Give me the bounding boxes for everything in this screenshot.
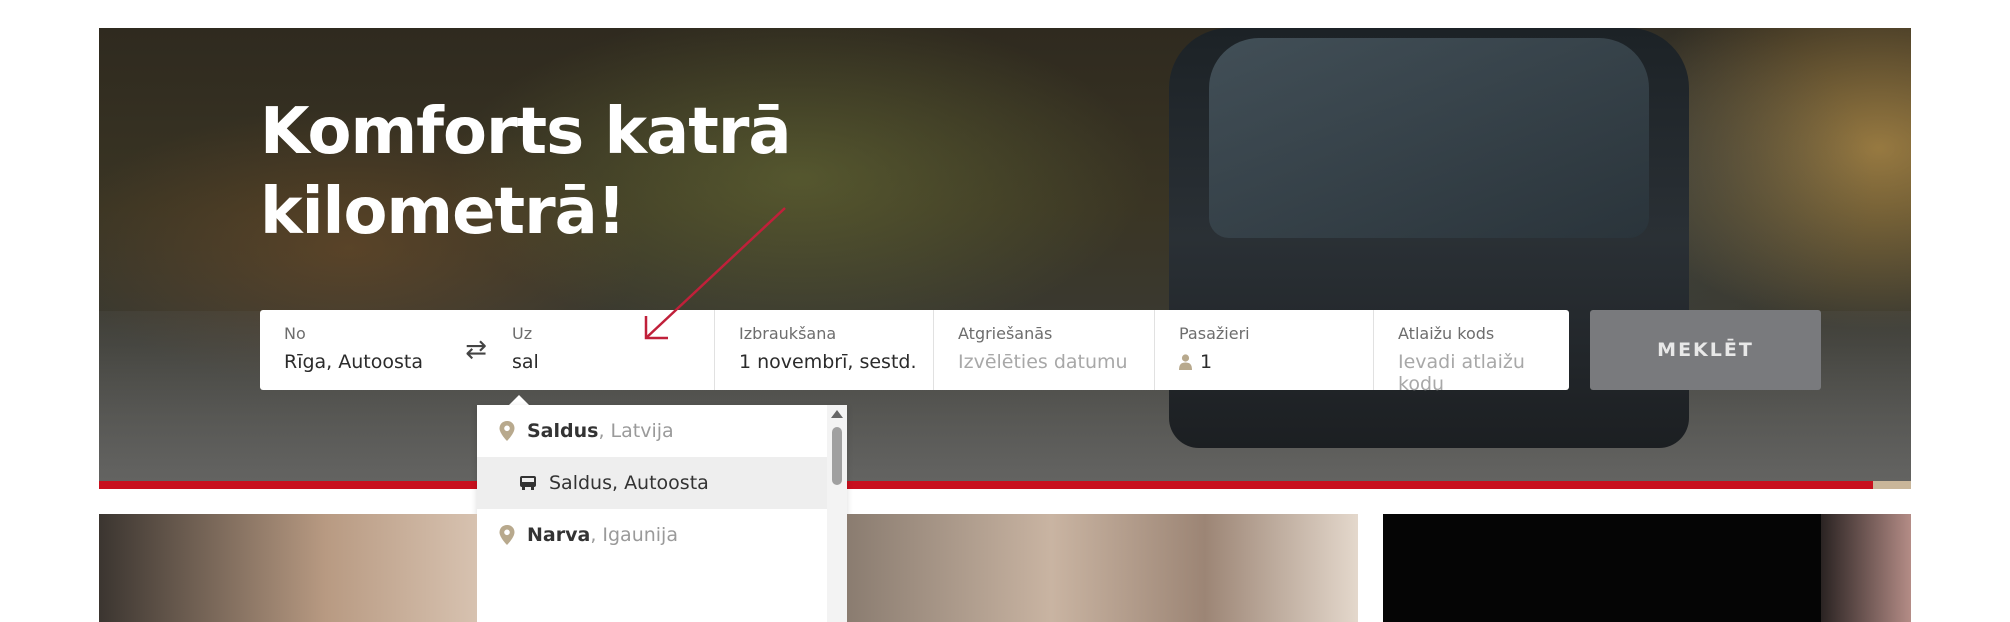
scrollbar-thumb[interactable] — [832, 427, 842, 485]
suggestion-city-narva[interactable]: Narva, Igaunija — [477, 509, 827, 561]
destination-suggestions-dropdown: Saldus, Latvija Saldus, Autoosta Narva, … — [477, 405, 847, 622]
scroll-up-arrow-icon[interactable] — [831, 410, 843, 418]
passengers-label: Pasažieri — [1179, 324, 1250, 343]
to-input[interactable]: sal — [512, 351, 714, 373]
hero-title-line1: Komforts katrā — [260, 95, 792, 169]
suggestion-country: , Latvija — [598, 420, 674, 442]
from-value[interactable]: Rīga, Autoosta — [284, 351, 456, 373]
hero-title-line2: kilometrā! — [260, 175, 626, 249]
promo-card-image-2[interactable] — [847, 514, 1358, 622]
to-field[interactable]: Uz sal — [496, 310, 714, 390]
suggestion-stop-saldus-autoosta[interactable]: Saldus, Autoosta — [477, 457, 827, 509]
discount-label: Atlaižu kods — [1398, 324, 1495, 343]
search-button[interactable]: MEKLĒT — [1590, 310, 1821, 390]
promo-card-image-3[interactable] — [1383, 514, 1911, 622]
departure-label: Izbraukšana — [739, 324, 837, 343]
discount-code-field[interactable]: Atlaižu kods Ievadi atlaižu kodu — [1373, 310, 1569, 395]
passengers-value-wrap[interactable]: 1 — [1179, 351, 1373, 373]
dropdown-scrollbar[interactable] — [827, 405, 847, 622]
from-field[interactable]: No Rīga, Autoosta — [260, 310, 456, 390]
suggestion-city-saldus[interactable]: Saldus, Latvija — [477, 405, 827, 457]
departure-value[interactable]: 1 novembrī, sestd. — [739, 351, 933, 373]
suggestion-stop-name: Saldus, Autoosta — [549, 472, 709, 494]
suggestion-city-name: Saldus — [527, 420, 599, 442]
to-label: Uz — [512, 324, 533, 343]
passengers-value: 1 — [1200, 351, 1213, 373]
person-icon — [1179, 354, 1192, 370]
return-label: Atgriešanās — [958, 324, 1053, 343]
trip-search-form: No Rīga, Autoosta ⇄ Uz sal Izbraukšana 1… — [260, 310, 1569, 395]
suggestion-country: , Igaunija — [590, 524, 678, 546]
return-placeholder[interactable]: Izvēlēties datumu — [958, 351, 1154, 373]
swap-arrows-icon[interactable]: ⇄ — [465, 335, 487, 365]
departure-date-field[interactable]: Izbraukšana 1 novembrī, sestd. — [714, 310, 933, 390]
from-label: No — [284, 324, 306, 343]
suggestion-list: Saldus, Latvija Saldus, Autoosta Narva, … — [477, 405, 827, 561]
swap-direction-button[interactable]: ⇄ — [456, 310, 496, 390]
return-date-field[interactable]: Atgriešanās Izvēlēties datumu — [933, 310, 1154, 390]
discount-placeholder[interactable]: Ievadi atlaižu kodu — [1398, 351, 1569, 395]
hero-accent-bar — [99, 481, 1873, 489]
promo-card-image-1[interactable] — [99, 514, 477, 622]
passengers-field[interactable]: Pasažieri 1 — [1154, 310, 1373, 390]
location-pin-icon — [499, 525, 515, 545]
location-pin-icon — [499, 421, 515, 441]
bus-icon — [520, 476, 536, 490]
hero-accent-bar-end — [1873, 481, 1911, 489]
hero-title: Komforts katrā kilometrā! — [260, 92, 792, 252]
suggestion-city-name: Narva — [527, 524, 591, 546]
